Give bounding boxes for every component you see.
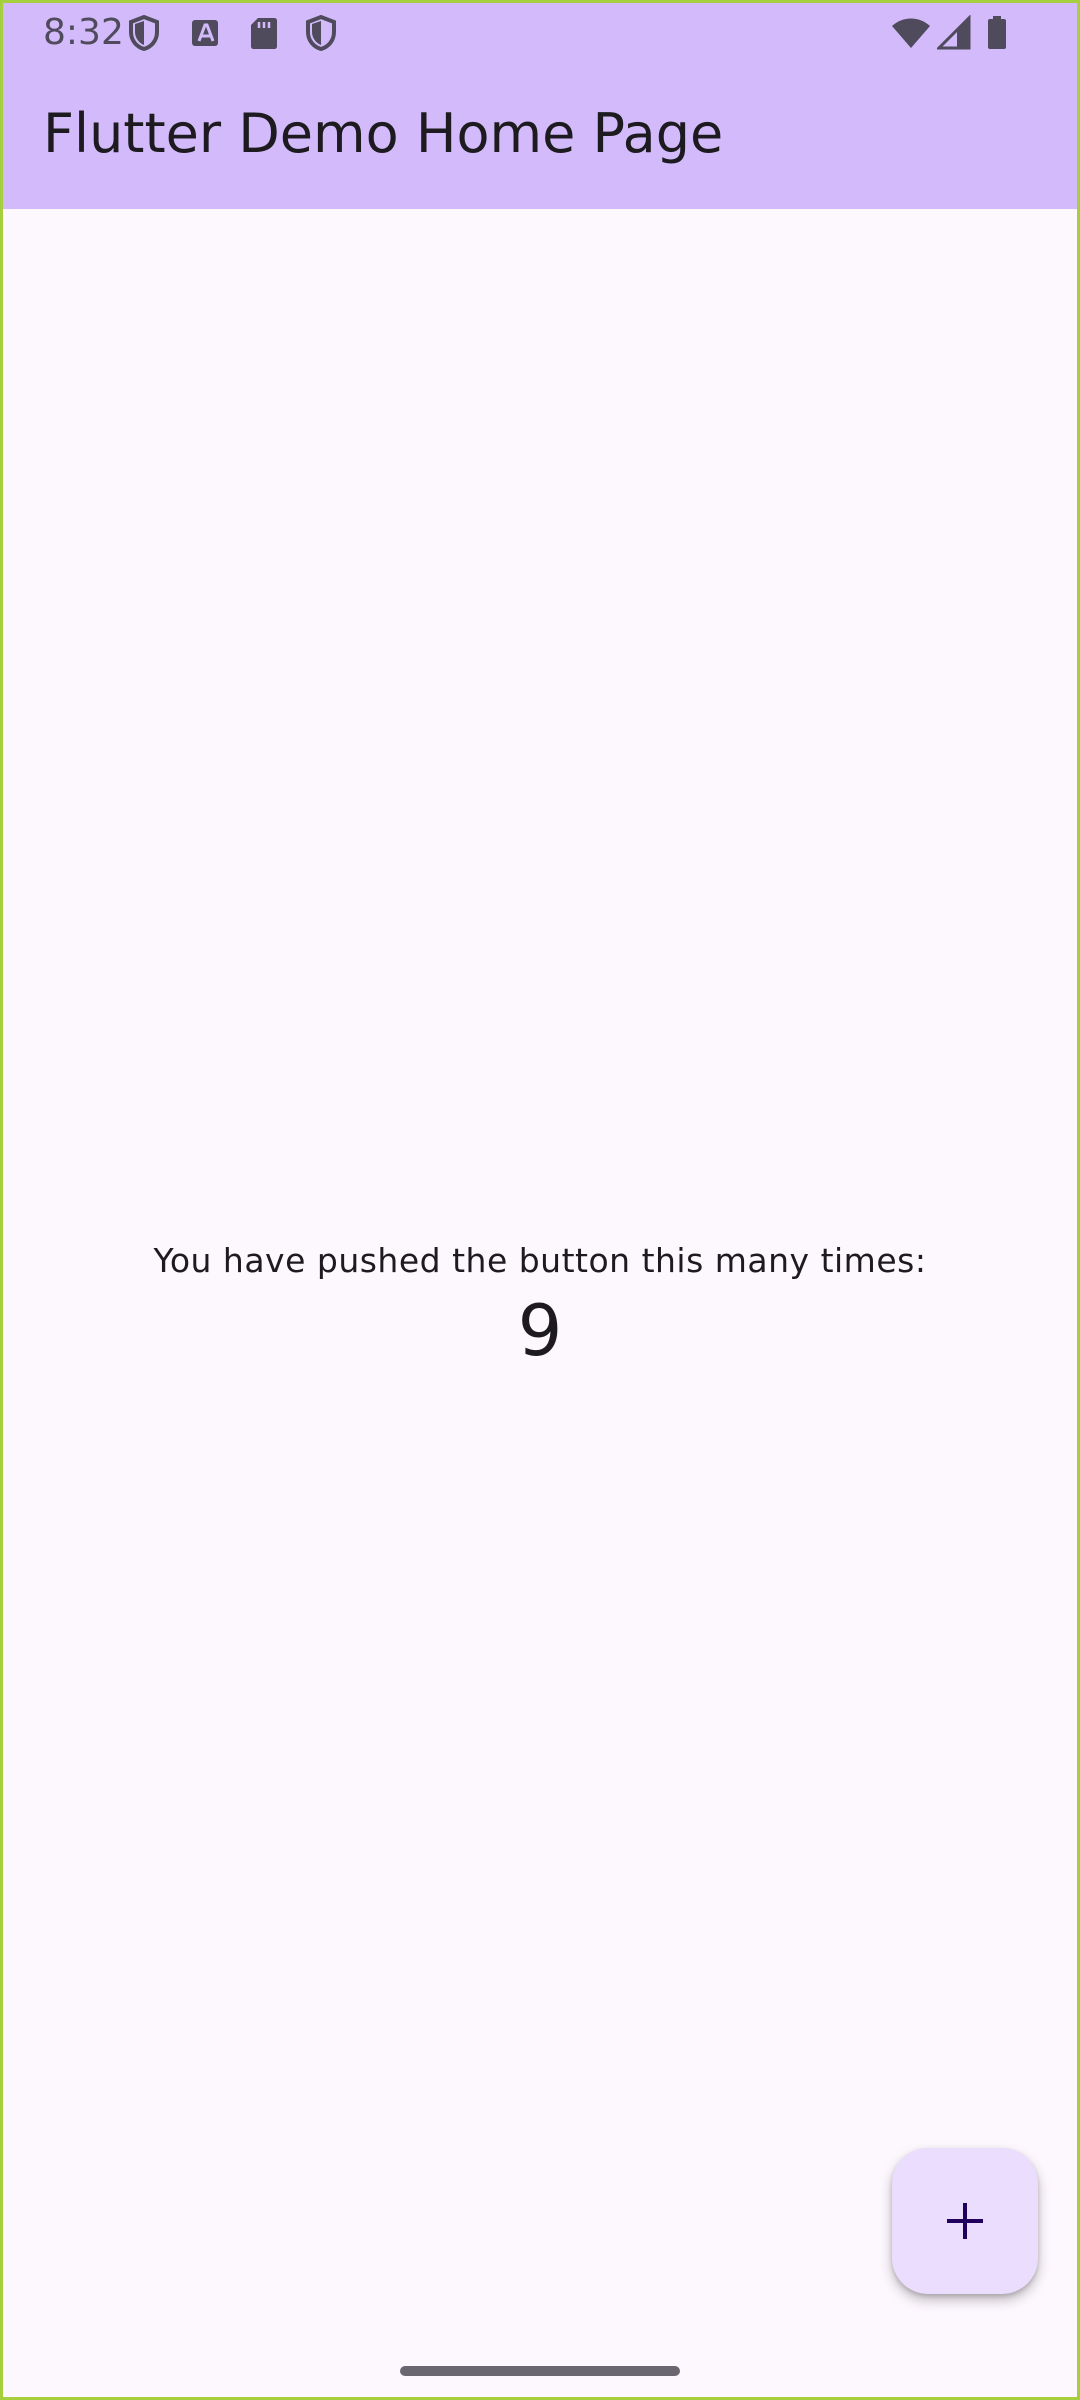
home-indicator[interactable] bbox=[400, 2366, 680, 2376]
status-time: 8:32 bbox=[43, 12, 124, 53]
sd-card-icon bbox=[247, 15, 281, 51]
main-content: You have pushed the button this many tim… bbox=[3, 209, 1077, 2397]
cellular-signal-icon bbox=[935, 14, 971, 51]
font-a-icon bbox=[189, 15, 223, 51]
increment-button[interactable] bbox=[892, 2148, 1038, 2294]
counter-caption: You have pushed the button this many tim… bbox=[153, 1241, 927, 1280]
wifi-icon bbox=[891, 15, 931, 51]
battery-icon bbox=[985, 15, 1009, 51]
shield-icon bbox=[304, 14, 338, 52]
screen: 8:32 Flutter Demo Home Page You have pus… bbox=[3, 3, 1077, 2397]
page-title: Flutter Demo Home Page bbox=[43, 102, 724, 165]
plus-icon bbox=[947, 2203, 983, 2239]
app-bar: Flutter Demo Home Page bbox=[3, 63, 1077, 209]
shield-icon bbox=[127, 14, 161, 52]
counter-value: 9 bbox=[517, 1290, 563, 1372]
counter-block: You have pushed the button this many tim… bbox=[3, 1239, 1077, 1373]
status-bar: 8:32 bbox=[3, 3, 1077, 63]
